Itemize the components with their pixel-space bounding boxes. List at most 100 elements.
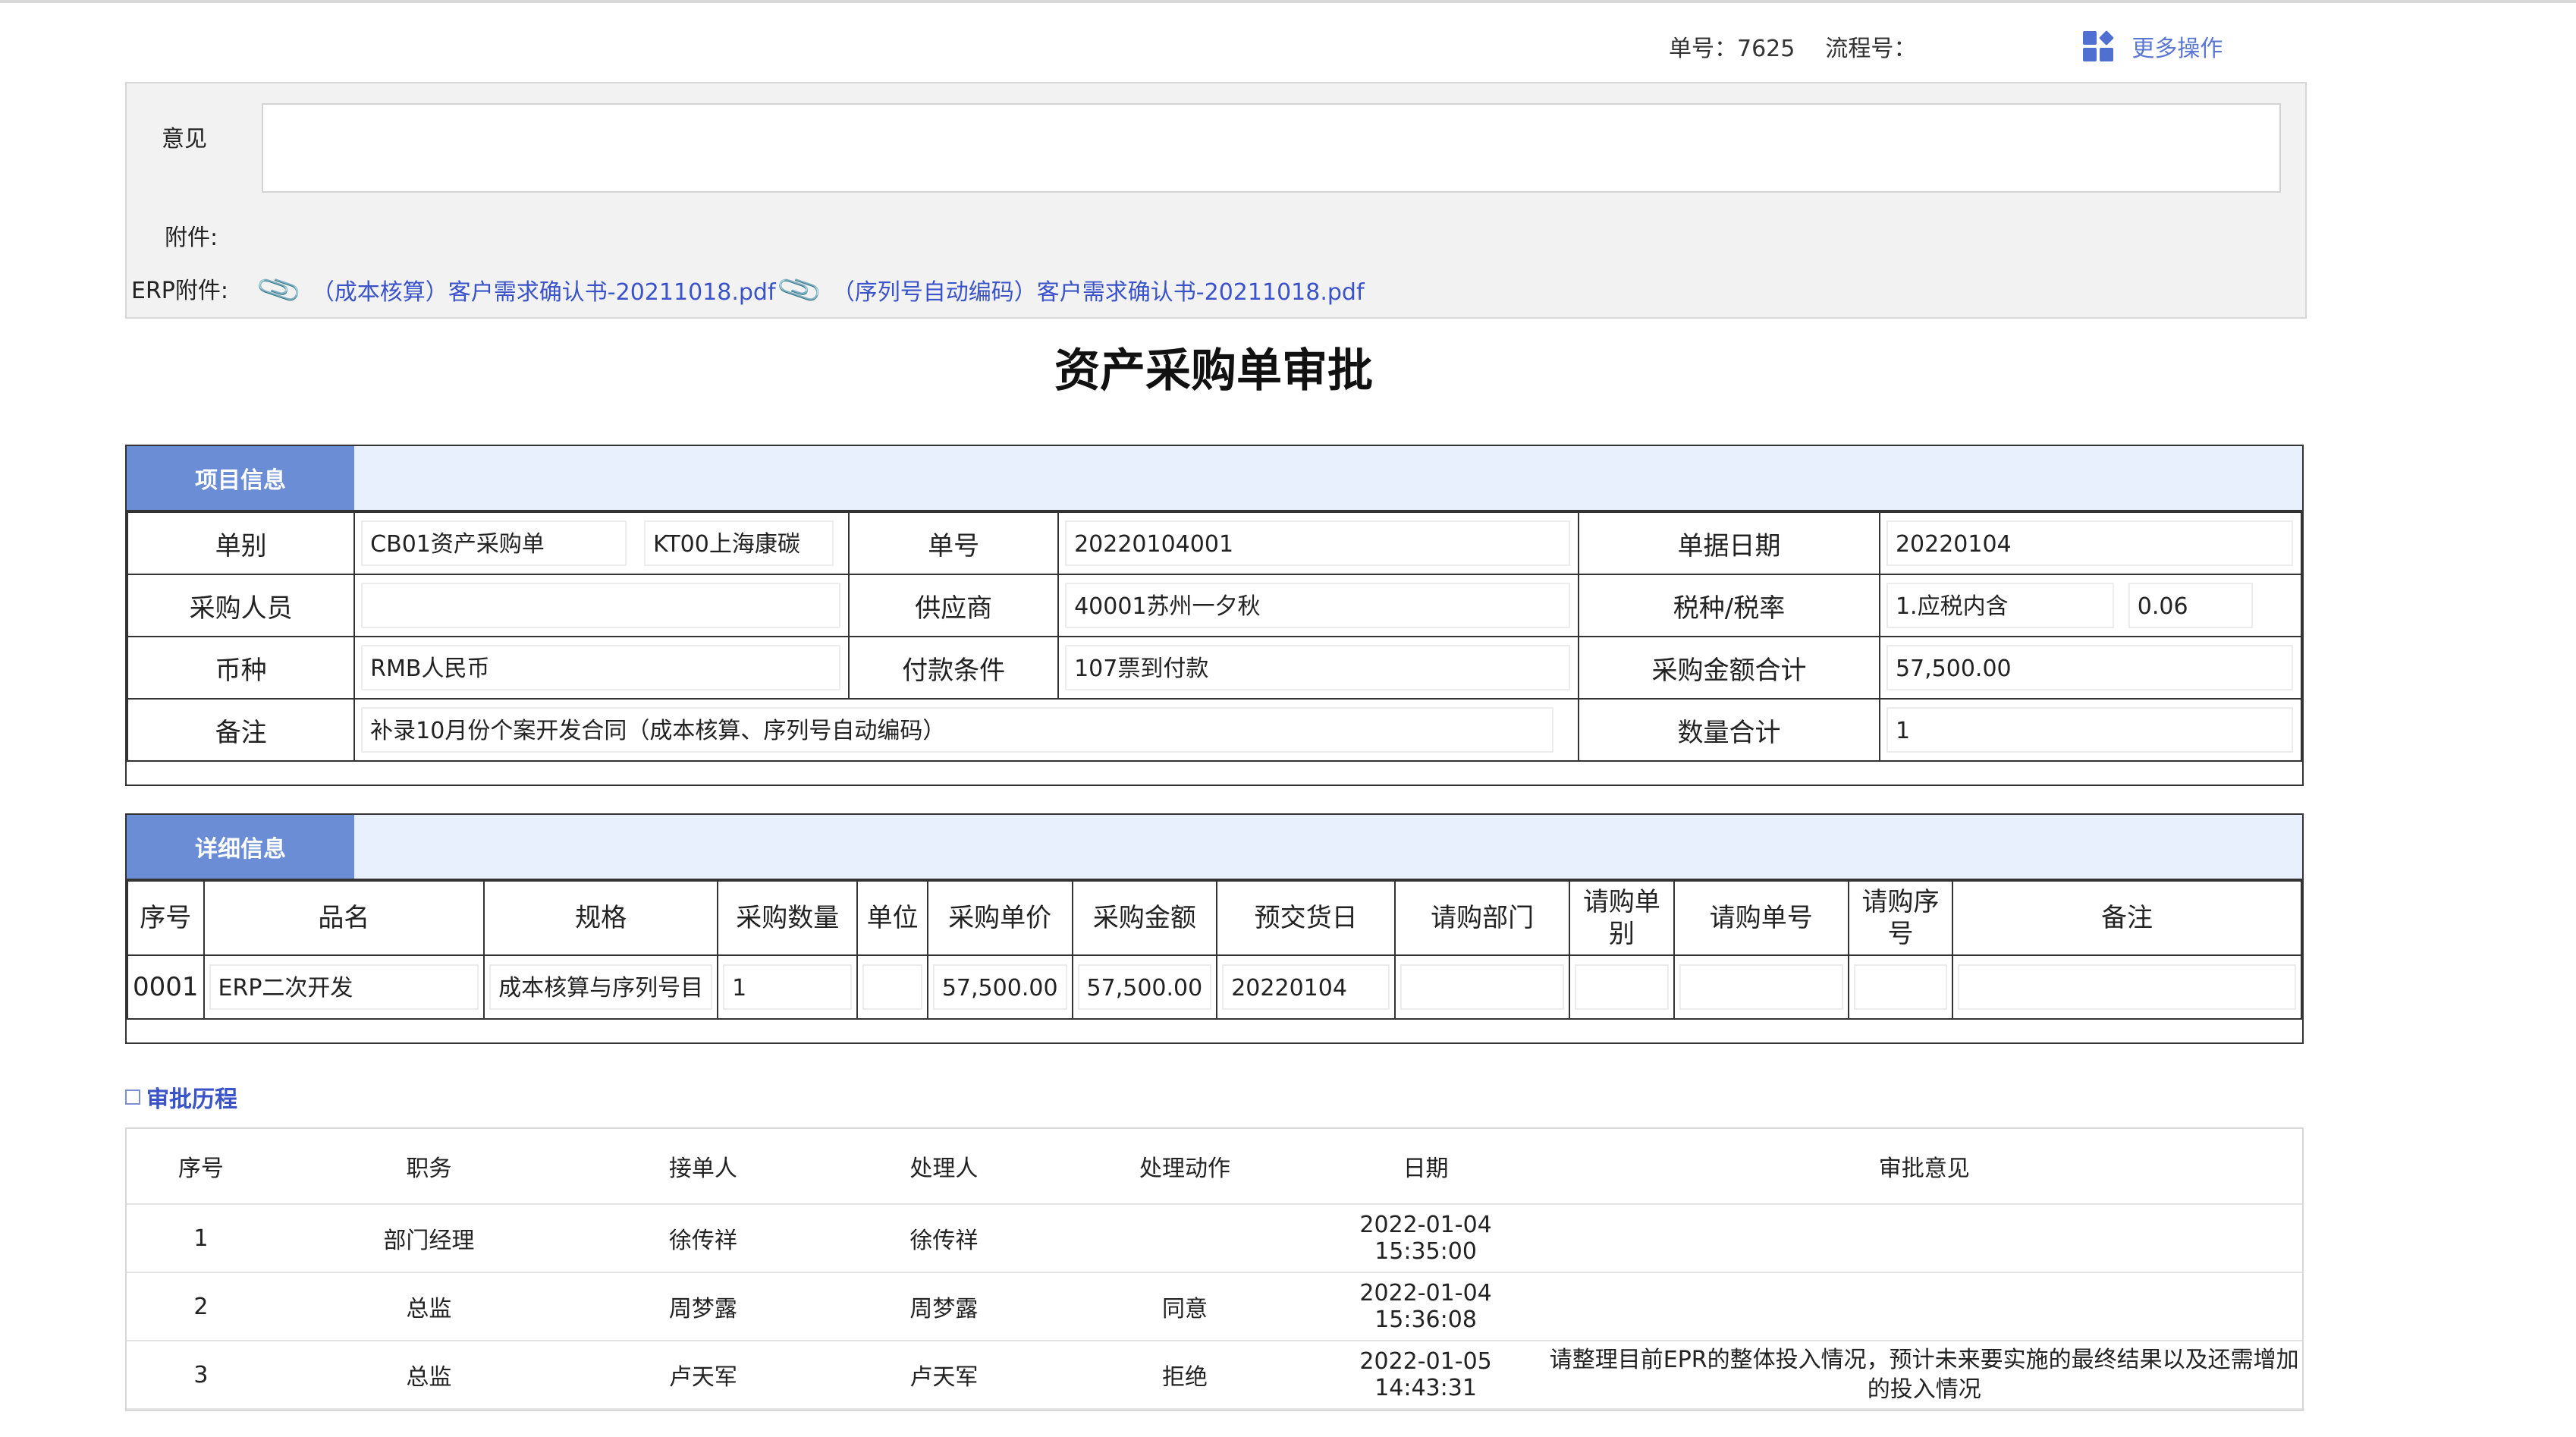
col-header: 序号	[127, 1129, 275, 1205]
flow-number: 流程号：	[1825, 36, 1917, 62]
history-role: 总监	[275, 1272, 583, 1341]
history-opinion: 请整理目前EPR的整体投入情况，预计未来要实施的最终结果以及还需增加的投入情况	[1546, 1341, 2302, 1410]
col-header: 请购序号	[1847, 880, 1954, 956]
history-title: 审批历程	[146, 1086, 237, 1113]
order-no-field[interactable]: 20220104001	[1065, 520, 1571, 566]
delivery-date-field[interactable]: 20220104	[1222, 964, 1390, 1010]
history-handler: 卢天军	[823, 1341, 1065, 1410]
doc-date-label: 单据日期	[1578, 511, 1880, 575]
total-amount-cell: 57,500.00	[1878, 636, 2303, 700]
remark-field[interactable]: 补录10月份个案开发合同（成本核算、序列号自动编码）	[361, 707, 1554, 753]
history-seq: 2	[127, 1272, 275, 1341]
company-field[interactable]: KT00上海康碳	[643, 520, 834, 566]
doc-date-cell: 20220104	[1878, 511, 2303, 575]
col-header: 品名	[203, 880, 485, 956]
page-title: 资产采购单审批	[1054, 344, 1373, 398]
currency-label: 币种	[126, 636, 356, 700]
col-header: 单位	[856, 880, 928, 956]
attachment-label: 附件:	[165, 225, 218, 251]
table-row: 1 部门经理 徐传祥 徐传祥 2022-01-04 15:35:00	[127, 1204, 2302, 1273]
request-no-field[interactable]	[1679, 964, 1843, 1010]
qty-field[interactable]: 1	[723, 964, 853, 1010]
currency-field[interactable]: RMB人民币	[361, 645, 841, 690]
collapse-icon	[125, 1090, 140, 1105]
supplier-cell: 40001苏州一夕秋	[1057, 574, 1580, 637]
history-toggle[interactable]: 审批历程	[125, 1080, 237, 1114]
payment-field[interactable]: 107票到付款	[1065, 645, 1571, 690]
cell-unit-price: 57,500.00	[926, 954, 1073, 1020]
detail-remark-field[interactable]	[1958, 964, 2296, 1010]
unit-field[interactable]	[862, 964, 922, 1010]
total-qty-field[interactable]: 1	[1886, 707, 2293, 753]
erp-attachment-link[interactable]: 📎 （序列号自动编码）客户需求确认书-20211018.pdf	[774, 266, 1364, 315]
type-field[interactable]: CB01资产采购单	[361, 520, 627, 566]
history-role: 总监	[275, 1341, 583, 1410]
opinion-label: 意见	[162, 126, 207, 153]
spec-field[interactable]: 成本核算与序列号目	[489, 964, 713, 1010]
col-header: 处理动作	[1064, 1129, 1305, 1205]
buyer-cell	[353, 574, 850, 637]
top-bar: 单号：7625 流程号： 更多操作	[1669, 29, 2223, 64]
tax-cell: 1.应税内含 0.06	[1878, 574, 2303, 637]
col-header: 请购单别	[1569, 880, 1675, 956]
history-action: 拒绝	[1064, 1341, 1305, 1410]
type-cell: CB01资产采购单 KT00上海康碳	[353, 511, 850, 575]
cell-qty: 1	[717, 954, 859, 1020]
project-info-table: 单别 CB01资产采购单 KT00上海康碳 单号 20220104001 单据日…	[126, 511, 2303, 762]
tab-detail-info[interactable]: 详细信息	[127, 815, 354, 879]
history-role: 部门经理	[275, 1204, 583, 1273]
detail-info-header: 详细信息	[127, 815, 2302, 880]
history-seq: 3	[127, 1341, 275, 1410]
history-handler: 周梦露	[823, 1272, 1065, 1341]
total-amount-field[interactable]: 57,500.00	[1886, 645, 2293, 690]
request-type-field[interactable]	[1575, 964, 1669, 1010]
currency-cell: RMB人民币	[353, 636, 850, 700]
cell-request-type	[1569, 954, 1675, 1020]
col-header: 采购数量	[717, 880, 859, 956]
top-rule	[0, 0, 2576, 3]
history-handler: 徐传祥	[823, 1204, 1065, 1273]
paperclip-icon: 📎	[254, 265, 305, 315]
request-seq-field[interactable]	[1853, 964, 1948, 1010]
tab-project-info[interactable]: 项目信息	[127, 446, 354, 510]
col-header: 采购金额	[1071, 880, 1218, 956]
cell-seq: 0001	[127, 954, 205, 1020]
order-no-label: 单号	[848, 511, 1060, 575]
apps-grid-icon	[2083, 30, 2115, 61]
col-header: 序号	[127, 880, 205, 956]
request-dept-field[interactable]	[1400, 964, 1565, 1010]
detail-header-row: 序号 品名 规格 采购数量 单位 采购单价 采购金额 预交货日 请购部门 请购单…	[127, 880, 2302, 956]
item-name-field[interactable]: ERP二次开发	[209, 964, 479, 1010]
tax-rate-field[interactable]: 0.06	[2128, 583, 2253, 628]
order-number: 单号：7625	[1669, 36, 1795, 62]
remark-cell: 补录10月份个案开发合同（成本核算、序列号自动编码）	[353, 698, 1580, 762]
section-spacer	[127, 762, 2302, 785]
doc-date-field[interactable]: 20220104	[1886, 520, 2293, 566]
erp-attachment-name: （成本核算）客户需求确认书-20211018.pdf	[311, 278, 776, 306]
amount-field[interactable]: 57,500.00	[1077, 964, 1212, 1010]
more-actions-button[interactable]: 更多操作	[2083, 30, 2223, 63]
payment-cell: 107票到付款	[1057, 636, 1580, 700]
col-header: 预交货日	[1216, 880, 1396, 956]
history-receiver: 周梦露	[583, 1272, 824, 1341]
total-qty-cell: 1	[1878, 698, 2303, 762]
cell-request-dept	[1393, 954, 1571, 1020]
cell-item-name: ERP二次开发	[203, 954, 485, 1020]
unit-price-field[interactable]: 57,500.00	[932, 964, 1067, 1010]
type-label: 单别	[126, 511, 356, 575]
payment-label: 付款条件	[848, 636, 1060, 700]
col-header: 审批意见	[1546, 1129, 2302, 1205]
buyer-field[interactable]	[361, 583, 841, 628]
erp-attachment-link[interactable]: 📎 （成本核算）客户需求确认书-20211018.pdf	[254, 266, 776, 315]
tax-type-field[interactable]: 1.应税内含	[1886, 583, 2114, 628]
supplier-field[interactable]: 40001苏州一夕秋	[1065, 583, 1571, 628]
total-qty-label: 数量合计	[1578, 698, 1880, 762]
opinion-input[interactable]	[262, 103, 2281, 193]
table-row: 3 总监 卢天军 卢天军 拒绝 2022-01-05 14:43:31 请整理目…	[127, 1341, 2302, 1410]
cell-unit	[856, 954, 928, 1020]
detail-info-section: 详细信息 序号 品名 规格 采购数量 单位 采购单价 采购金额 预交货日 请购部…	[125, 813, 2304, 1044]
history-header-row: 序号 职务 接单人 处理人 处理动作 日期 审批意见	[127, 1129, 2302, 1205]
buyer-label: 采购人员	[126, 574, 356, 637]
history-date: 2022-01-05 14:43:31	[1305, 1341, 1547, 1410]
supplier-label: 供应商	[848, 574, 1060, 637]
